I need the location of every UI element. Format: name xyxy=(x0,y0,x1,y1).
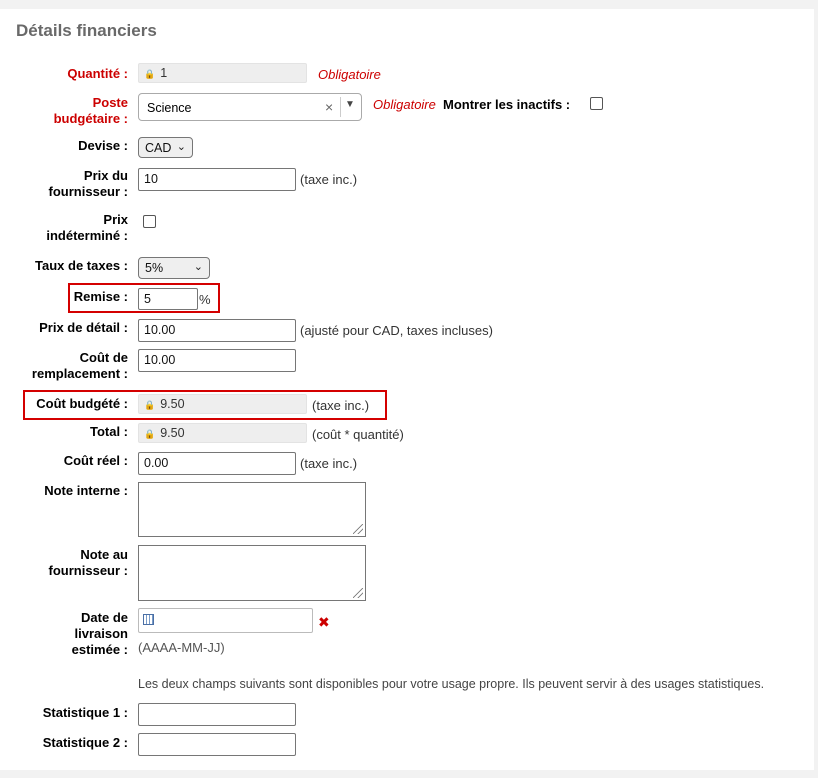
clear-icon[interactable]: × xyxy=(325,99,333,115)
budgeted-cost-label: Coût budgété : xyxy=(36,396,128,411)
delivery-date-input[interactable] xyxy=(138,608,313,633)
budget-required-note: Obligatoire xyxy=(373,97,436,112)
quantity-required-note: Obligatoire xyxy=(318,67,381,82)
internal-note-textarea[interactable] xyxy=(138,482,366,537)
currency-select[interactable]: CAD ⌄ xyxy=(138,137,193,158)
delivery-date-label: Date de livraison estimée : xyxy=(71,610,128,657)
retail-price-label: Prix de détail : xyxy=(39,320,128,335)
tax-rate-label: Taux de taxes : xyxy=(35,258,128,273)
clear-date-icon[interactable]: ✖ xyxy=(318,614,330,631)
calendar-icon[interactable] xyxy=(143,614,154,625)
vendor-price-input[interactable]: 10 xyxy=(138,168,296,191)
lock-icon: 🔒 xyxy=(144,400,156,410)
uncertain-price-label: Prix indéterminé : xyxy=(46,212,128,243)
retail-price-input[interactable]: 10.00 xyxy=(138,319,296,342)
resize-handle-icon[interactable] xyxy=(353,588,363,598)
stats-info-text: Les deux champs suivants sont disponible… xyxy=(138,677,765,691)
stat1-label: Statistique 1 : xyxy=(42,705,128,720)
budgeted-cost-note: (taxe inc.) xyxy=(312,398,370,413)
tax-rate-value: 5% xyxy=(145,261,164,275)
vendor-price-note: (taxe inc.) xyxy=(300,172,358,187)
quantity-label: Quantité : xyxy=(67,66,128,81)
retail-price-note: (ajusté pour CAD, taxes incluses) xyxy=(300,323,493,338)
discount-input[interactable]: 5 xyxy=(138,288,198,310)
chevron-down-icon: ⌄ xyxy=(193,261,203,273)
discount-unit: % xyxy=(199,292,211,307)
resize-handle-icon[interactable] xyxy=(353,524,363,534)
actual-cost-input[interactable]: 0.00 xyxy=(138,452,296,475)
chevron-down-icon[interactable]: ▼ xyxy=(345,99,355,110)
section-title: Détails financiers xyxy=(16,21,157,40)
quantity-field: 🔒 1 xyxy=(138,63,307,83)
budgeted-cost-value: 9.50 xyxy=(160,397,185,411)
budget-select[interactable]: Science × ▼ xyxy=(138,93,362,121)
show-inactive-label: Montrer les inactifs : xyxy=(443,97,571,112)
show-inactive-checkbox[interactable] xyxy=(590,97,603,110)
quantity-value: 1 xyxy=(160,66,168,80)
date-format-hint: (AAAA-MM-JJ) xyxy=(138,640,225,655)
budget-value: Science xyxy=(147,101,192,115)
replacement-cost-input[interactable]: 10.00 xyxy=(138,349,296,372)
discount-label: Remise : xyxy=(73,289,128,304)
vendor-price-label: Prix du fournisseur : xyxy=(48,168,128,199)
chevron-down-icon: ⌄ xyxy=(176,141,186,153)
internal-note-label: Note interne : xyxy=(44,483,128,498)
vendor-note-label: Note au fournisseur : xyxy=(48,547,128,578)
tax-rate-select[interactable]: 5% ⌄ xyxy=(138,257,210,279)
stat2-label: Statistique 2 : xyxy=(42,735,128,750)
uncertain-price-checkbox[interactable] xyxy=(143,215,156,228)
total-value: 9.50 xyxy=(160,426,185,440)
actual-cost-label: Coût réel : xyxy=(63,453,128,468)
vendor-note-textarea[interactable] xyxy=(138,545,366,601)
currency-value: CAD xyxy=(145,141,172,155)
total-note: (coût * quantité) xyxy=(312,427,404,442)
stat1-input[interactable] xyxy=(138,703,296,726)
stat2-input[interactable] xyxy=(138,733,296,756)
total-field: 🔒 9.50 xyxy=(138,423,307,443)
total-label: Total : xyxy=(89,424,128,439)
lock-icon: 🔒 xyxy=(144,69,156,79)
lock-icon: 🔒 xyxy=(144,429,156,439)
actual-cost-note: (taxe inc.) xyxy=(300,456,358,471)
combo-divider xyxy=(340,97,341,117)
currency-label: Devise : xyxy=(78,138,128,153)
budgeted-cost-field: 🔒 9.50 xyxy=(138,394,307,414)
replacement-cost-label: Coût de remplacement : xyxy=(31,350,128,381)
budget-label: Poste budgétaire : xyxy=(53,95,128,126)
